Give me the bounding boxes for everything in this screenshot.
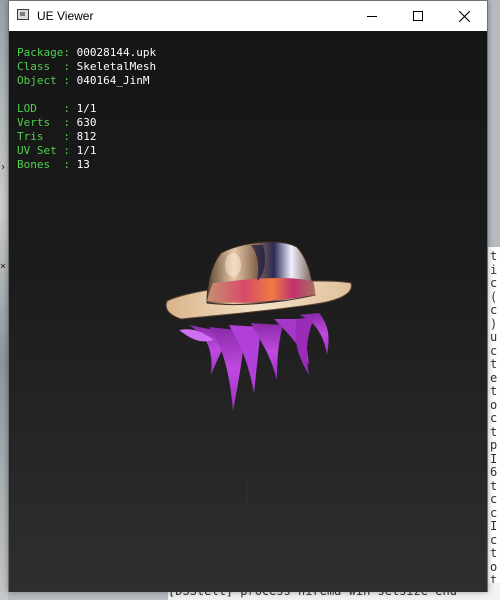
console-char: t xyxy=(490,424,498,439)
console-char: t xyxy=(490,546,498,560)
info-label: UV Set xyxy=(17,144,64,157)
console-char: I xyxy=(490,519,498,533)
info-row-tris: Tris : 812 xyxy=(17,130,156,144)
info-label: Class xyxy=(17,60,64,73)
info-separator: : xyxy=(63,158,77,171)
maximize-icon xyxy=(413,11,423,21)
console-char: c xyxy=(490,303,498,317)
info-label: Package xyxy=(17,46,64,59)
console-char: o xyxy=(490,559,498,574)
info-label: Tris xyxy=(17,130,64,143)
info-label: Verts xyxy=(17,116,64,129)
info-value: SkeletalMesh xyxy=(76,60,157,73)
info-separator: : xyxy=(63,74,77,87)
console-char: I xyxy=(490,451,498,466)
info-label: Bones xyxy=(17,158,64,171)
info-value: 630 xyxy=(76,116,97,129)
window-title: UE Viewer xyxy=(37,9,94,23)
info-value: 00028144.upk xyxy=(76,46,157,59)
maximize-button[interactable] xyxy=(395,1,441,31)
view-axis-line xyxy=(247,476,248,592)
console-char: c xyxy=(490,532,498,547)
info-separator: : xyxy=(63,60,77,73)
title-bar[interactable]: UE Viewer xyxy=(9,1,487,31)
info-separator: : xyxy=(63,116,77,129)
console-char: c xyxy=(490,343,498,358)
info-value: 1/1 xyxy=(76,144,97,157)
desktop-background xyxy=(0,0,8,600)
info-separator: : xyxy=(63,46,77,59)
console-char: u xyxy=(490,330,498,344)
ue-viewer-window: UE Viewer Package: 00028144.upk Class : … xyxy=(8,0,488,592)
console-char: i xyxy=(490,262,498,277)
minimize-button[interactable] xyxy=(349,1,395,31)
3d-viewport[interactable]: Package: 00028144.upk Class : SkeletalMe… xyxy=(9,31,487,592)
console-char: t xyxy=(490,478,498,493)
skeletal-mesh-render xyxy=(165,241,352,411)
hat xyxy=(165,241,352,320)
minimize-icon xyxy=(367,16,377,17)
desktop-glyph: › xyxy=(0,162,7,173)
console-char: c xyxy=(490,276,498,290)
console-char: ( xyxy=(490,289,498,304)
info-value: 1/1 xyxy=(76,102,97,115)
info-separator: : xyxy=(63,130,77,143)
info-row-lod: LOD : 1/1 xyxy=(17,102,156,116)
console-char: t xyxy=(490,384,498,398)
mesh-info-panel: Package: 00028144.upk Class : SkeletalMe… xyxy=(17,46,156,172)
background-console-window: tic(c)uctetoctpI6tccIctotI xyxy=(488,247,500,600)
console-char: o xyxy=(490,397,498,412)
info-value: 812 xyxy=(76,130,97,143)
close-button[interactable] xyxy=(441,1,487,31)
info-separator: : xyxy=(63,102,77,115)
console-char: t xyxy=(490,357,498,371)
info-label: Object xyxy=(17,74,64,87)
info-row-object: Object : 040164_JinM xyxy=(17,74,156,88)
info-value: 040164_JinM xyxy=(76,74,150,87)
console-char: t xyxy=(490,249,498,263)
close-icon xyxy=(458,10,470,22)
info-separator: : xyxy=(63,144,77,157)
console-char: ) xyxy=(490,316,498,331)
info-label: LOD xyxy=(17,102,64,115)
info-row-verts: Verts : 630 xyxy=(17,116,156,130)
console-char: c xyxy=(490,492,498,506)
app-window-icon xyxy=(17,9,29,20)
console-char: 6 xyxy=(490,465,498,479)
info-row-uvset: UV Set : 1/1 xyxy=(17,144,156,158)
info-value: 13 xyxy=(76,158,90,171)
info-row-bones: Bones : 13 xyxy=(17,158,156,172)
console-char: p xyxy=(490,438,498,452)
info-row-class: Class : SkeletalMesh xyxy=(17,60,156,74)
console-char: c xyxy=(490,411,498,425)
console-char: e xyxy=(490,370,498,385)
info-row-package: Package: 00028144.upk xyxy=(17,46,156,60)
desktop-glyph: × xyxy=(0,261,7,272)
console-char: c xyxy=(490,505,498,520)
hair-strands xyxy=(179,313,329,411)
